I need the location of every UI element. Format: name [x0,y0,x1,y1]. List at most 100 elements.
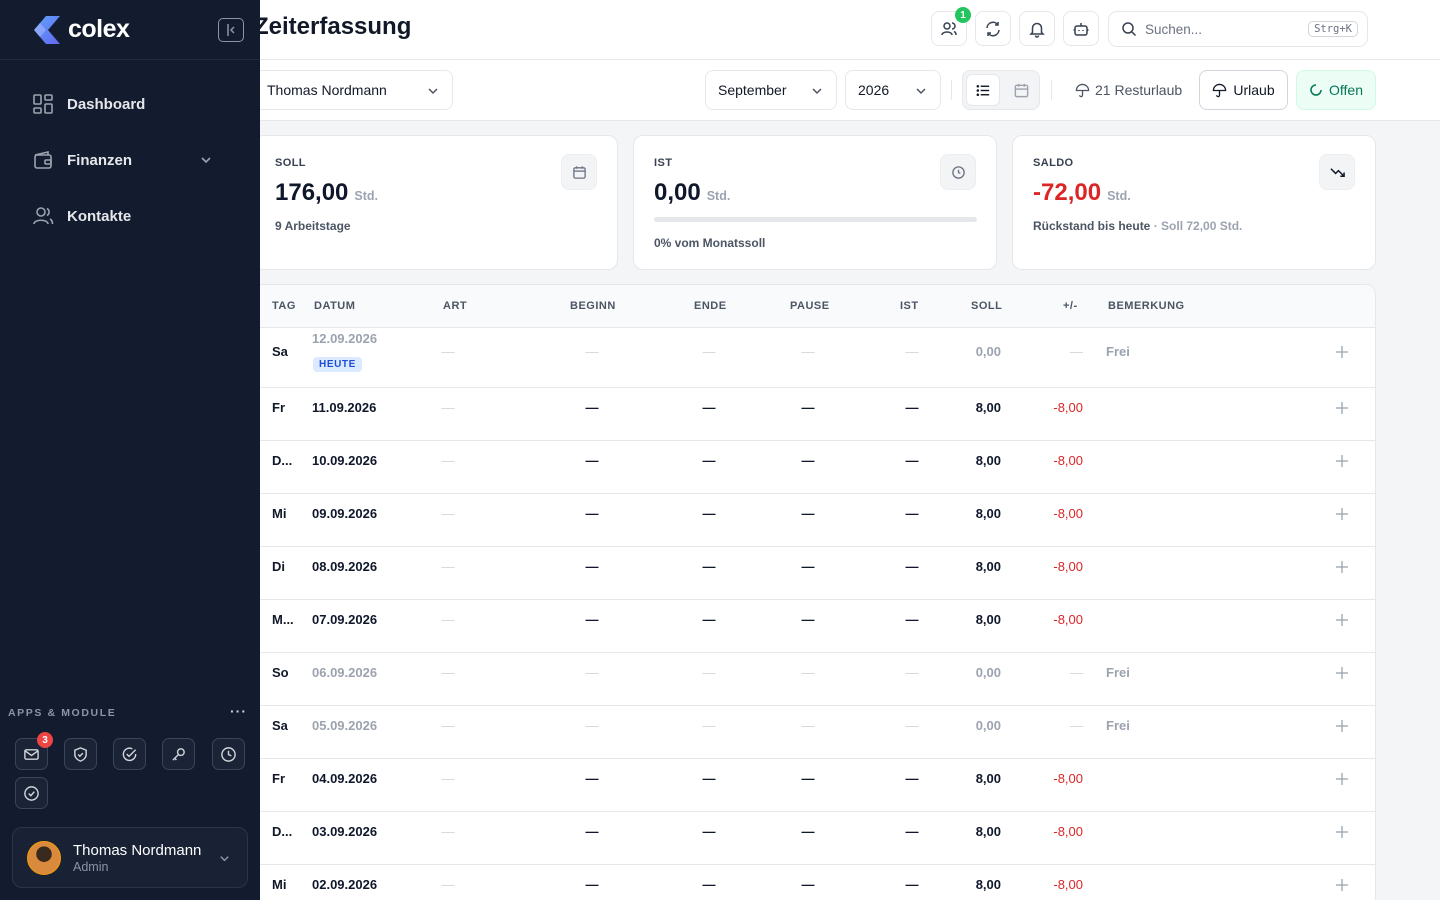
cell-diff: -8,00 [1053,559,1083,574]
month-select-value: September [718,82,787,98]
divider [951,80,952,100]
col-diff: +/- [1063,300,1078,312]
sidebar-item-kontakte[interactable]: Kontakte [0,188,260,244]
search-input[interactable]: Suchen... Strg+K [1108,11,1368,47]
add-entry-plus-icon[interactable] [1335,878,1349,892]
table-row[interactable]: D... 03.09.2026 — — — — — 8,00 -8,00 [260,812,1375,865]
cell-pause: — [801,771,815,786]
refresh-icon [986,21,1000,36]
cell-pause: — [801,559,815,574]
cell-datum: 09.09.2026 [312,506,378,521]
vacation-button[interactable]: Urlaub [1199,70,1288,110]
user-menu[interactable]: Thomas Nordmann Admin [12,827,248,888]
apps-more-button[interactable]: ··· [230,703,247,719]
cell-art: — [441,453,455,468]
app-mail-button[interactable]: 3 [15,732,53,770]
app-keys-button[interactable] [162,738,195,770]
add-entry-plus-icon[interactable] [1335,719,1349,733]
notifications-button[interactable] [1019,11,1055,46]
cell-ende: — [702,559,716,574]
cell-diff: — [1070,718,1083,733]
sidebar-item-dashboard[interactable]: Dashboard [0,76,260,132]
cell-ist: — [905,453,919,468]
cell-bemerkung[interactable]: Frei [1106,665,1130,680]
cell-beginn: — [585,665,599,680]
cell-pause: — [801,612,815,627]
month-select[interactable]: September [705,70,837,110]
table-row[interactable]: Sa 05.09.2026 — — — — — 0,00 — Frei [260,706,1375,759]
cell-diff: -8,00 [1053,453,1083,468]
add-entry-plus-icon[interactable] [1335,345,1349,359]
cell-ende: — [702,665,716,680]
sidebar-item-finanzen[interactable]: Finanzen [0,132,260,188]
add-entry-plus-icon[interactable] [1335,454,1349,468]
table-row[interactable]: M... 07.09.2026 — — — — — 8,00 -8,00 [260,600,1375,653]
calendar-view-button[interactable] [1004,74,1038,106]
cell-art: — [441,718,455,733]
add-entry-plus-icon[interactable] [1335,401,1349,415]
trending-down-icon [1329,167,1345,177]
app-tasks-button[interactable] [113,738,146,770]
saldo-card-icon [1319,154,1355,190]
add-entry-plus-icon[interactable] [1335,772,1349,786]
table-row[interactable]: Fr 04.09.2026 — — — — — 8,00 -8,00 [260,759,1375,812]
table-row[interactable]: D... 10.09.2026 — — — — — 8,00 -8,00 [260,441,1375,494]
table-row[interactable]: Mi 09.09.2026 — — — — — 8,00 -8,00 [260,494,1375,547]
cell-beginn: — [585,612,599,627]
cell-soll: 0,00 [975,665,1001,680]
cell-tag: Di [272,559,285,574]
sidebar-collapse-button[interactable] [218,18,244,42]
table-row[interactable]: Fr 11.09.2026 — — — — — 8,00 -8,00 [260,388,1375,441]
add-entry-plus-icon[interactable] [1335,825,1349,839]
sidebar: colex Dashboard Finanzen Kontakte APPS &… [0,0,260,900]
soll-card-icon [561,154,597,190]
cell-tag: Mi [272,877,287,892]
assistant-button[interactable] [1063,11,1099,46]
sidebar-nav: Dashboard Finanzen Kontakte [0,60,260,244]
app-security-button[interactable] [64,738,97,770]
table-row[interactable]: So 06.09.2026 — — — — — 0,00 — Frei [260,653,1375,706]
ist-value: 0,00 Std. [654,179,731,206]
cell-diff: — [1070,665,1083,680]
app-approvals-button[interactable] [15,777,48,809]
table-row[interactable]: Sa 12.09.2026 — — — — — 0,00 — Frei HEUTE [260,328,1375,388]
mail-badge: 3 [37,732,53,748]
add-entry-plus-icon[interactable] [1335,560,1349,574]
col-ende: ENDE [694,300,727,312]
app-time-button[interactable] [212,738,245,770]
table-row[interactable]: Mi 02.09.2026 — — — — — 8,00 -8,00 [260,865,1375,900]
list-view-button[interactable] [966,74,1000,106]
top-header: Zeiterfassung 1 Suchen... Strg+K [254,0,1440,60]
today-badge: HEUTE [313,357,362,372]
cell-ist: — [905,824,919,839]
brand: colex [0,0,260,60]
time-table: TAG DATUM ART BEGINN ENDE PAUSE IST SOLL… [260,284,1376,900]
cell-bemerkung[interactable]: Frei [1106,718,1130,733]
chevron-down-icon [201,157,211,164]
add-entry-plus-icon[interactable] [1335,507,1349,521]
ist-card-icon [940,154,976,190]
cell-bemerkung[interactable]: Frei [1106,344,1130,359]
avatar [27,840,61,875]
cell-ende: — [702,718,716,733]
year-select[interactable]: 2026 [845,70,941,110]
team-button[interactable]: 1 [931,7,971,46]
cell-tag: Sa [272,344,288,359]
refresh-button[interactable] [975,11,1011,46]
cell-art: — [441,824,455,839]
cell-art: — [441,400,455,415]
add-entry-plus-icon[interactable] [1335,613,1349,627]
cell-art: — [441,665,455,680]
cell-beginn: — [585,771,599,786]
col-datum: DATUM [314,300,356,312]
employee-select[interactable]: Thomas Nordmann [254,70,453,110]
status-button[interactable]: Offen [1296,70,1376,110]
wallet-icon [34,150,52,169]
cell-pause: — [801,877,815,892]
soll-label: SOLL [275,157,306,169]
employee-select-value: Thomas Nordmann [267,82,387,98]
cell-ist: — [905,718,919,733]
table-row[interactable]: Di 08.09.2026 — — — — — 8,00 -8,00 [260,547,1375,600]
team-badge: 1 [955,7,971,23]
add-entry-plus-icon[interactable] [1335,666,1349,680]
